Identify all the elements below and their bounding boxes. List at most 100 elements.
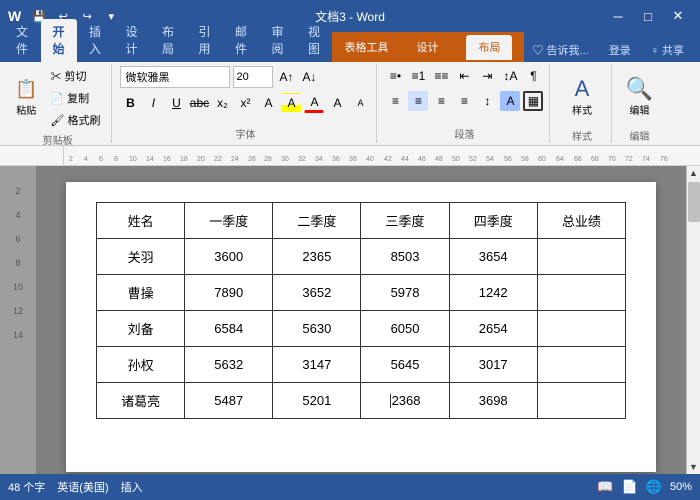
show-formatting-button[interactable]: ¶ <box>523 66 543 86</box>
multilevel-list-button[interactable]: ≡≡ <box>431 66 451 86</box>
cell-r3-c5[interactable] <box>537 347 625 383</box>
view-web-button[interactable]: 🌐 <box>646 479 662 495</box>
copy-button[interactable]: 📄 复制 <box>45 88 105 108</box>
italic-button[interactable]: I <box>143 93 163 113</box>
cell-r1-c2[interactable]: 3652 <box>273 275 361 311</box>
cell-r3-c3[interactable]: 5645 <box>361 347 449 383</box>
align-right-button[interactable]: ≡ <box>431 91 451 111</box>
font-color-button[interactable]: A <box>304 93 324 113</box>
cell-r4-c5[interactable] <box>537 383 625 419</box>
cell-r3-c4[interactable]: 3017 <box>449 347 537 383</box>
decrease-font-button[interactable]: A↓ <box>299 67 319 87</box>
font-size-A1[interactable]: A <box>327 93 347 113</box>
cell-r0-c2[interactable]: 2365 <box>273 239 361 275</box>
minimize-button[interactable]: ─ <box>604 3 632 29</box>
svg-text:76: 76 <box>660 156 668 163</box>
share-button[interactable]: ♀ 共享 <box>643 38 692 62</box>
numbering-button[interactable]: ≡1 <box>408 66 428 86</box>
cell-r4-c4[interactable]: 3698 <box>449 383 537 419</box>
sort-button[interactable]: ↕A <box>500 66 520 86</box>
cell-r2-c4[interactable]: 2654 <box>449 311 537 347</box>
tab-home[interactable]: 开始 <box>41 19 78 62</box>
close-button[interactable]: ✕ <box>664 3 692 29</box>
content-area: 2 4 6 8 10 12 14 姓名 一季度 二季度 三季度 四季度 <box>0 166 700 474</box>
line-spacing-button[interactable]: ↕ <box>477 91 497 111</box>
tab-mailings[interactable]: 邮件 <box>223 19 260 62</box>
cell-r2-c0[interactable]: 刘备 <box>97 311 185 347</box>
cell-r1-c0[interactable]: 曹操 <box>97 275 185 311</box>
decrease-indent-button[interactable]: ⇤ <box>454 66 474 86</box>
tab-file[interactable]: 文件 <box>4 19 41 62</box>
borders-button[interactable]: ▦ <box>523 91 543 111</box>
scroll-up-button[interactable]: ▲ <box>687 166 700 180</box>
signin-button[interactable]: 登录 <box>601 38 639 62</box>
status-bar-right: 📖 📄 🌐 50% <box>597 479 692 495</box>
cell-r0-c4[interactable]: 3654 <box>449 239 537 275</box>
scroll-down-button[interactable]: ▼ <box>687 460 700 474</box>
cell-r4-c3[interactable]: 2368 <box>361 383 449 419</box>
increase-font-button[interactable]: A↑ <box>276 67 296 87</box>
svg-text:68: 68 <box>591 156 599 163</box>
superscript-button[interactable]: x² <box>235 93 255 113</box>
cell-r2-c3[interactable]: 6050 <box>361 311 449 347</box>
vertical-scrollbar[interactable]: ▲ ▼ <box>686 166 700 474</box>
cell-r0-c3[interactable]: 8503 <box>361 239 449 275</box>
view-read-button[interactable]: 📖 <box>597 479 613 495</box>
tab-view[interactable]: 视图 <box>296 19 333 62</box>
restore-button[interactable]: □ <box>634 3 662 29</box>
scroll-thumb[interactable] <box>688 182 700 222</box>
cell-r2-c1[interactable]: 6584 <box>185 311 273 347</box>
cell-r4-c0[interactable]: 诸葛亮 <box>97 383 185 419</box>
justify-button[interactable]: ≡ <box>454 91 474 111</box>
cell-r1-c1[interactable]: 7890 <box>185 275 273 311</box>
bold-button[interactable]: B <box>120 93 140 113</box>
cell-r2-c5[interactable] <box>537 311 625 347</box>
table-header-row: 姓名 一季度 二季度 三季度 四季度 总业绩 <box>97 203 626 239</box>
format-painter-button[interactable]: 🖌 格式刷 <box>45 110 105 130</box>
tab-references[interactable]: 引用 <box>187 19 224 62</box>
tab-review[interactable]: 审阅 <box>260 19 297 62</box>
cell-r1-c4[interactable]: 1242 <box>449 275 537 311</box>
tab-insert[interactable]: 插入 <box>77 19 114 62</box>
tab-design[interactable]: 设计 <box>114 19 151 62</box>
shading-button[interactable]: A <box>500 91 520 111</box>
svg-text:34: 34 <box>315 156 323 163</box>
underline-button[interactable]: U <box>166 93 186 113</box>
document-scroll-area[interactable]: 姓名 一季度 二季度 三季度 四季度 总业绩 关羽 3600 2365 <box>36 166 686 474</box>
styles-button[interactable]: A 样式 <box>566 66 598 126</box>
tab-layout[interactable]: 布局 <box>150 19 187 62</box>
cell-r1-c3[interactable]: 5978 <box>361 275 449 311</box>
tell-me-button[interactable]: ♡ 告诉我... <box>524 38 596 62</box>
svg-text:42: 42 <box>384 156 392 163</box>
font-name-input[interactable] <box>120 66 230 88</box>
strikethrough-button[interactable]: abc <box>189 93 209 113</box>
svg-text:58: 58 <box>521 156 529 163</box>
cell-r1-c5[interactable] <box>537 275 625 311</box>
paste-button[interactable]: 📋 粘贴 <box>10 68 42 128</box>
cell-r0-c1[interactable]: 3600 <box>185 239 273 275</box>
cell-r0-c0[interactable]: 关羽 <box>97 239 185 275</box>
align-center-button[interactable]: ≡ <box>408 91 428 111</box>
cell-r4-c2[interactable]: 5201 <box>273 383 361 419</box>
tab-table-layout[interactable]: 布局 <box>466 35 512 60</box>
svg-text:60: 60 <box>538 156 546 163</box>
text-effects-button[interactable]: A <box>258 93 278 113</box>
cell-r3-c0[interactable]: 孙权 <box>97 347 185 383</box>
find-replace-button[interactable]: 🔍 编辑 <box>621 66 658 126</box>
cell-r3-c1[interactable]: 5632 <box>185 347 273 383</box>
cell-r0-c5[interactable] <box>537 239 625 275</box>
text-highlight-button[interactable]: A <box>281 93 301 113</box>
tab-table-design[interactable]: 设计 <box>404 35 450 60</box>
cell-r4-c1[interactable]: 5487 <box>185 383 273 419</box>
view-print-button[interactable]: 📄 <box>622 479 638 495</box>
align-left-button[interactable]: ≡ <box>385 91 405 111</box>
cell-r3-c2[interactable]: 3147 <box>273 347 361 383</box>
cut-button[interactable]: ✂ 剪切 <box>45 66 105 86</box>
bullets-button[interactable]: ≡• <box>385 66 405 86</box>
font-size-input[interactable] <box>233 66 273 88</box>
font-size-A2[interactable]: A <box>350 93 370 113</box>
cell-r2-c2[interactable]: 5630 <box>273 311 361 347</box>
increase-indent-button[interactable]: ⇥ <box>477 66 497 86</box>
font-label: 字体 <box>235 124 255 141</box>
subscript-button[interactable]: x₂ <box>212 93 232 113</box>
